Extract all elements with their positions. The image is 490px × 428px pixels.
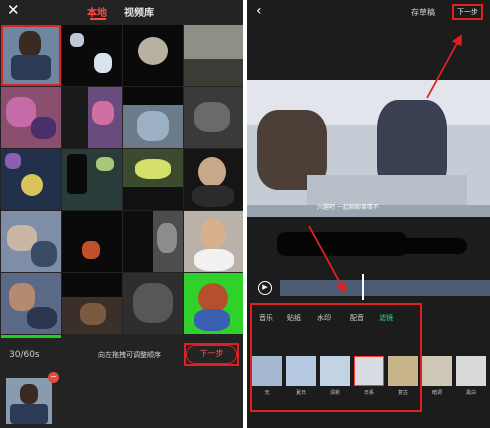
selected-clip-thumbnail[interactable] [6, 378, 52, 424]
media-thumbnail[interactable] [123, 25, 183, 86]
tab-video-library[interactable]: 视频库 [124, 4, 154, 19]
media-thumbnail[interactable] [184, 273, 243, 334]
media-picker-screen: ✕ 本地 视频库 30/60s 向左拖拽可调整顺序 下一步 − [0, 0, 243, 428]
media-thumbnail[interactable] [123, 273, 183, 334]
reorder-hint: 向左拖拽可调整顺序 [98, 351, 161, 359]
media-thumbnail[interactable] [184, 25, 243, 86]
media-thumbnail[interactable] [184, 149, 243, 210]
media-thumbnail[interactable] [123, 149, 183, 210]
media-thumbnail[interactable] [184, 211, 243, 272]
annotation-arrows [308, 34, 462, 294]
next-button[interactable]: 下一步 [186, 345, 237, 364]
selected-media-highlight [1, 25, 61, 86]
media-thumbnail[interactable] [184, 87, 243, 148]
arrow-to-timeline [308, 225, 346, 294]
tab-local[interactable]: 本地 [87, 4, 107, 19]
remove-clip-icon[interactable]: − [48, 372, 59, 383]
close-icon[interactable]: ✕ [7, 3, 21, 18]
media-thumbnail[interactable] [1, 87, 61, 148]
media-thumbnail[interactable] [62, 211, 122, 272]
arrow-to-next [426, 34, 462, 99]
media-thumbnail[interactable] [1, 211, 61, 272]
video-editor-screen: ‹ 存草稿 下一步 兴趣吧 一起聊聊事情不 ▶ 音乐 贴纸 水印 配音 滤镜 无… [247, 0, 490, 428]
media-thumbnail[interactable] [1, 273, 61, 334]
media-thumbnail[interactable] [1, 149, 61, 210]
active-tab-indicator [90, 18, 106, 20]
media-thumbnail[interactable] [1, 335, 61, 338]
media-thumbnail[interactable] [123, 211, 183, 272]
media-thumbnail[interactable] [62, 25, 122, 86]
media-thumbnail[interactable] [62, 87, 122, 148]
media-thumbnail[interactable] [123, 87, 183, 148]
selection-duration: 30/60s [9, 350, 40, 360]
media-thumbnail[interactable] [62, 149, 122, 210]
media-thumbnail[interactable] [62, 273, 122, 334]
